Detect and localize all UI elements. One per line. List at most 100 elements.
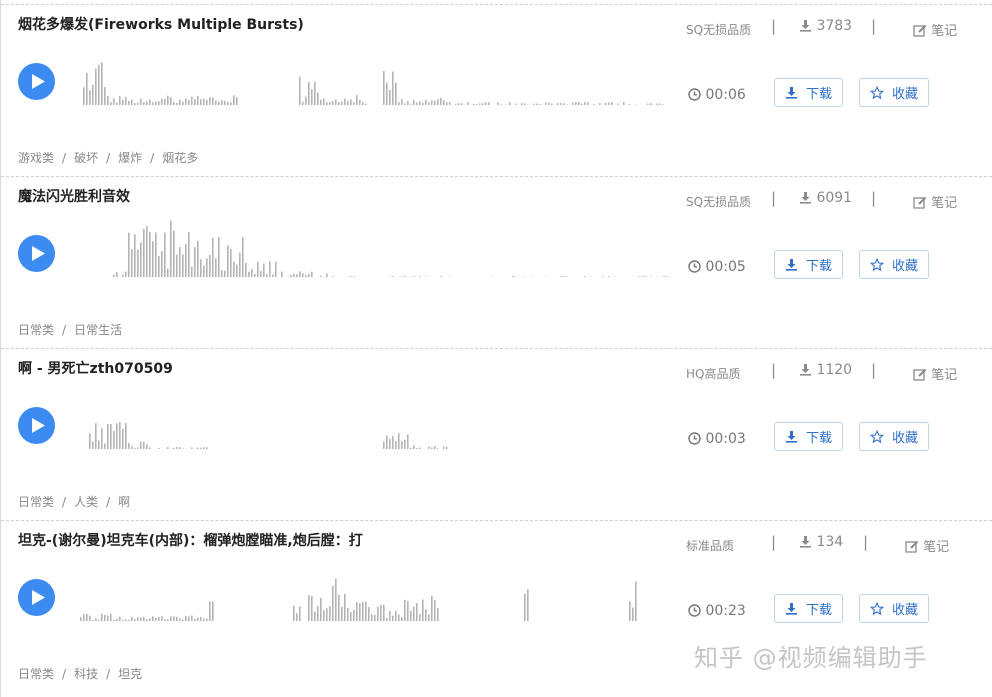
tag[interactable]: 游戏类 <box>18 151 54 165</box>
waveform-bar <box>395 82 397 105</box>
tag[interactable]: 日常类 <box>18 667 54 681</box>
waveform-bar <box>227 245 229 277</box>
favorite-button[interactable]: 收藏 <box>859 594 929 623</box>
waveform-bar <box>434 446 436 449</box>
waveform-bar <box>89 433 91 449</box>
waveform-bar <box>482 103 484 105</box>
download-button-label: 下载 <box>805 87 832 102</box>
quality-label: SQ无损品质 <box>686 23 752 37</box>
waveform-bar <box>113 619 115 621</box>
tag[interactable]: 烟花多 <box>162 151 198 165</box>
waveform-bar <box>221 100 223 105</box>
waveform-bar <box>455 103 457 105</box>
play-button[interactable] <box>18 579 55 616</box>
waveform-bar <box>347 607 349 621</box>
waveform-bar <box>362 101 364 105</box>
tag-list: 日常类 / 日常生活 <box>18 321 122 338</box>
waveform-bar <box>185 98 187 105</box>
waveform[interactable] <box>68 561 668 621</box>
tag[interactable]: 坦克 <box>118 667 142 681</box>
waveform-bar <box>641 276 643 277</box>
waveform-bar <box>575 102 577 105</box>
waveform-bar <box>416 448 418 449</box>
waveform-bar <box>146 225 148 277</box>
tag[interactable]: 破坏 <box>74 151 98 165</box>
tag[interactable]: 日常类 <box>18 323 54 337</box>
download-icon <box>800 20 811 32</box>
waveform-bar <box>203 618 205 621</box>
waveform-bar <box>116 102 118 105</box>
waveform-bar <box>227 102 229 105</box>
duration-value: 00:23 <box>705 603 746 619</box>
download-icon <box>785 603 797 615</box>
note-link[interactable]: 笔记 <box>913 20 957 39</box>
clock-icon <box>688 260 701 273</box>
download-button[interactable]: 下载 <box>774 78 843 107</box>
waveform-bar <box>104 614 106 621</box>
note-link[interactable]: 笔记 <box>913 364 957 383</box>
waveform-bar <box>245 262 247 277</box>
waveform-bar <box>329 102 331 105</box>
download-button[interactable]: 下载 <box>774 250 843 279</box>
waveform-bar <box>320 99 322 105</box>
tag-separator: / <box>106 151 111 165</box>
download-button[interactable]: 下载 <box>774 594 843 623</box>
waveform-bar <box>629 104 631 105</box>
tag[interactable]: 啊 <box>118 495 130 509</box>
waveform-bar <box>401 99 403 105</box>
waveform-bar <box>140 98 142 105</box>
favorite-button[interactable]: 收藏 <box>859 422 929 451</box>
sound-title[interactable]: 坦克-(谢尔曼)坦克车(内部)：榴弹炮膛瞄准,炮后膛：打 <box>18 530 363 550</box>
waveform-bar <box>161 616 163 621</box>
waveform-bar <box>92 441 94 449</box>
note-link[interactable]: 笔记 <box>905 536 949 555</box>
waveform-bar <box>578 102 580 105</box>
tag[interactable]: 科技 <box>74 667 98 681</box>
waveform-bar <box>182 619 184 621</box>
waveform[interactable] <box>68 389 668 449</box>
waveform-bar <box>113 274 115 277</box>
waveform[interactable] <box>68 45 668 105</box>
waveform-bar <box>524 593 526 621</box>
waveform-bar <box>179 247 181 277</box>
waveform-bar <box>584 102 586 105</box>
note-link[interactable]: 笔记 <box>913 192 957 211</box>
waveform-bar <box>296 613 298 621</box>
waveform-bar <box>260 270 262 277</box>
waveform-bar <box>383 604 385 621</box>
tag[interactable]: 日常生活 <box>74 323 122 337</box>
tag-list: 游戏类 / 破坏 / 爆炸 / 烟花多 <box>18 149 198 166</box>
sound-title[interactable]: 啊 - 男死亡zth070509 <box>18 358 173 378</box>
download-icon <box>800 192 811 204</box>
waveform-bar <box>242 237 244 277</box>
favorite-button[interactable]: 收藏 <box>859 78 929 107</box>
waveform-bar <box>338 594 340 621</box>
tag[interactable]: 日常类 <box>18 495 54 509</box>
waveform-bar <box>410 610 412 621</box>
play-button[interactable] <box>18 407 55 444</box>
waveform-bar <box>395 441 397 449</box>
play-button[interactable] <box>18 235 55 272</box>
waveform-bar <box>95 68 97 105</box>
waveform-bar <box>500 104 502 105</box>
download-count: 134 <box>799 534 843 550</box>
waveform[interactable] <box>68 217 668 277</box>
tag-separator: / <box>62 151 67 165</box>
favorite-button[interactable]: 收藏 <box>859 250 929 279</box>
waveform-bar <box>113 431 115 449</box>
waveform-bar <box>314 81 316 105</box>
waveform-bar <box>209 254 211 277</box>
play-button[interactable] <box>18 63 55 100</box>
waveform-bar <box>440 97 442 105</box>
sound-title[interactable]: 烟花多爆发(Fireworks Multiple Bursts) <box>18 14 304 34</box>
sound-title[interactable]: 魔法闪光胜利音效 <box>18 186 130 206</box>
waveform-bar <box>308 82 310 105</box>
waveform-bar <box>353 102 355 105</box>
divider: | <box>771 533 777 551</box>
waveform-bar <box>341 607 343 621</box>
tag[interactable]: 爆炸 <box>118 151 142 165</box>
download-button[interactable]: 下载 <box>774 422 843 451</box>
waveform-bar <box>185 244 187 277</box>
tag[interactable]: 人类 <box>74 495 98 509</box>
waveform-bar <box>143 228 145 277</box>
